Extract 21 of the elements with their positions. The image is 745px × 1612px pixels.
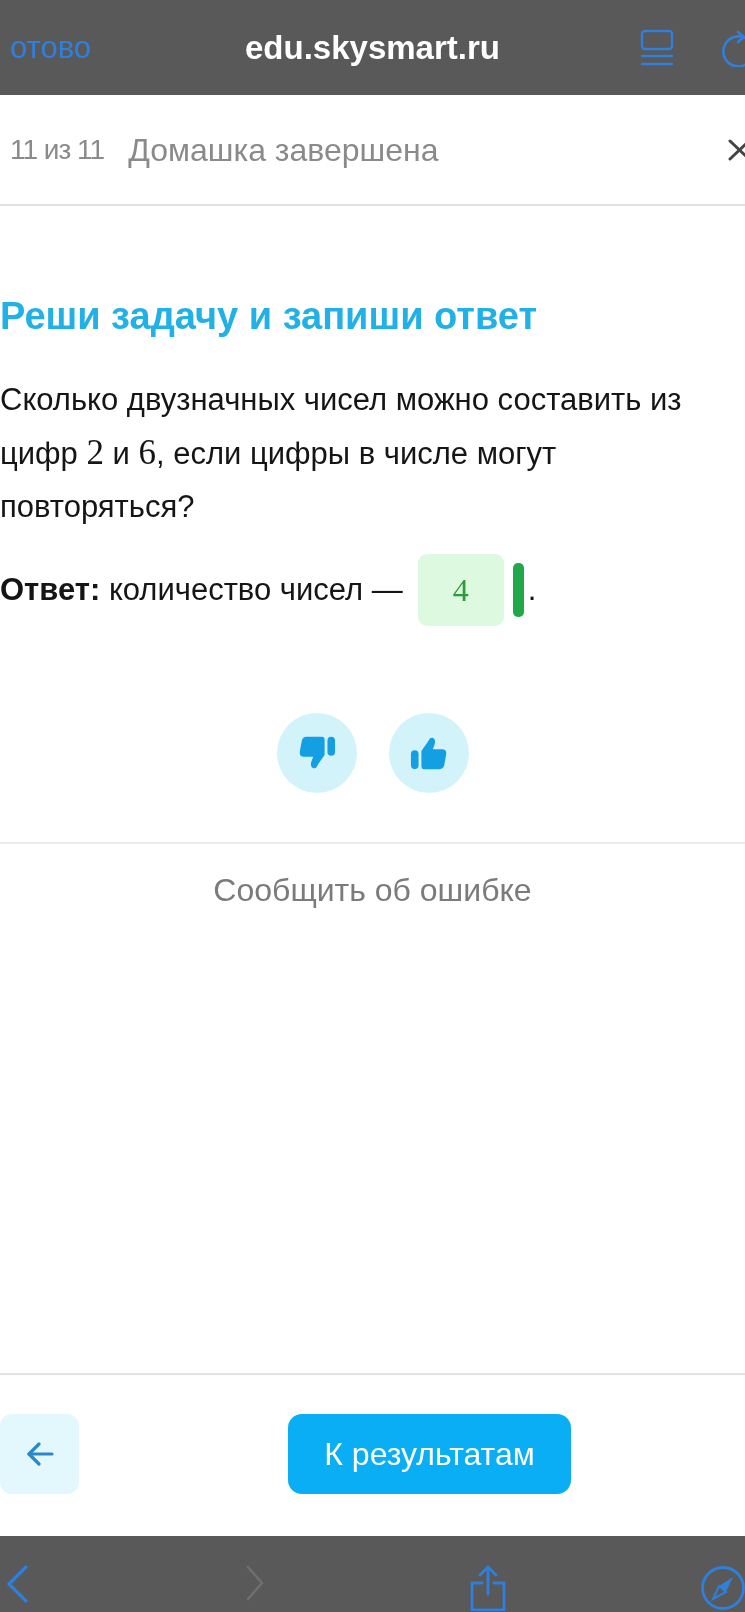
- answer-field[interactable]: 4: [417, 554, 504, 626]
- compass-icon[interactable]: [700, 1565, 745, 1610]
- homework-status: Домашка завершена: [128, 131, 439, 168]
- report-error-link[interactable]: Сообщить об ошибке: [213, 872, 532, 908]
- results-button[interactable]: К результатам: [288, 1414, 571, 1494]
- text-lines-icon[interactable]: [640, 28, 674, 67]
- close-icon[interactable]: [728, 138, 745, 161]
- answer-label: Ответ: количество чисел —: [0, 572, 403, 608]
- period-text: .: [527, 572, 537, 608]
- refresh-icon[interactable]: [719, 28, 745, 67]
- thumbs-down-icon: [297, 735, 336, 771]
- done-button[interactable]: отово: [10, 29, 91, 66]
- question-text: Сколько двузначных чисел можно составить из цифр 2 и 6, если цифры в числе могут повторяться?: [0, 381, 683, 526]
- back-button[interactable]: [0, 1414, 79, 1494]
- thumbs-up-icon: [409, 735, 448, 771]
- chevron-left-icon[interactable]: [5, 1565, 29, 1603]
- arrow-left-icon: [25, 1442, 54, 1466]
- page-url-title: edu.skysmart.ru: [245, 27, 500, 68]
- task-title: Реши задачу и запиши ответ: [0, 295, 539, 337]
- progress-counter: 11 из 11: [10, 132, 105, 167]
- share-icon[interactable]: [469, 1565, 507, 1611]
